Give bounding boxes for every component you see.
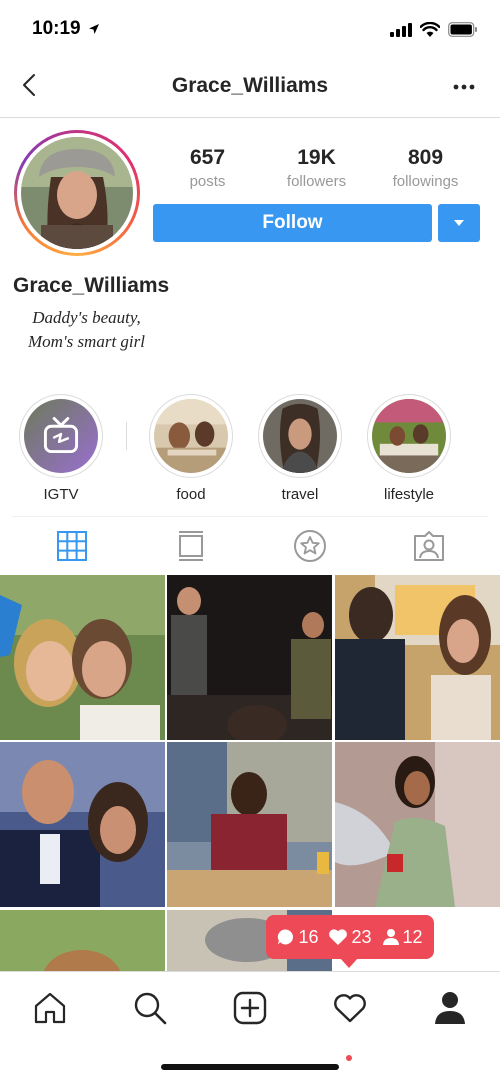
travel-thumbnail	[263, 399, 337, 473]
heart-outline-icon	[334, 994, 366, 1023]
person-icon	[382, 929, 399, 945]
igtv-thumbnail	[24, 399, 98, 473]
more-options-button[interactable]	[450, 74, 478, 100]
highlight-travel[interactable]: travel	[257, 394, 343, 503]
stat-posts-value: 657	[189, 146, 226, 169]
stat-followers-label: followers	[286, 173, 347, 190]
star-icon	[293, 529, 326, 562]
nav-search[interactable]	[130, 988, 170, 1028]
stat-followings[interactable]: 809 followings	[371, 146, 480, 190]
highlight-food[interactable]: food	[148, 394, 234, 503]
wifi-icon	[420, 22, 440, 37]
tagged-icon	[413, 530, 444, 561]
nav-home[interactable]	[30, 988, 70, 1028]
highlight-lifestyle[interactable]: lifestyle	[366, 394, 452, 503]
more-dots-icon	[453, 84, 475, 90]
grid-photo[interactable]	[0, 575, 165, 740]
profile-bio: Daddy's beauty, Mom's smart girl	[28, 306, 145, 354]
grid-photo[interactable]	[167, 575, 332, 740]
tab-feed[interactable]	[131, 517, 250, 574]
bio-line-1: Daddy's beauty,	[32, 308, 141, 327]
home-indicator	[161, 1064, 339, 1070]
highlight-label: IGTV	[43, 486, 79, 503]
tab-saved[interactable]	[250, 517, 369, 574]
nav-bar: Grace_Williams	[0, 60, 500, 118]
avatar-image	[21, 137, 133, 249]
status-bar: 10:19	[0, 0, 500, 56]
status-time: 10:19	[32, 18, 81, 39]
lifestyle-thumbnail	[372, 399, 446, 473]
caret-down-icon	[454, 220, 464, 226]
notif-comments-count: 16	[298, 926, 319, 947]
heart-icon	[329, 929, 348, 945]
nav-new-post[interactable]	[230, 988, 270, 1028]
follow-button[interactable]: Follow	[153, 204, 432, 242]
bottom-nav	[0, 971, 500, 1049]
feed-icon	[178, 530, 203, 561]
grid-photo[interactable]	[335, 575, 500, 740]
highlight-label: lifestyle	[383, 486, 435, 503]
tab-tagged[interactable]	[369, 517, 488, 574]
notif-followers-count: 12	[402, 926, 423, 947]
signal-icon	[390, 22, 412, 37]
stat-posts-label: posts	[189, 173, 226, 190]
highlight-label: food	[176, 486, 206, 503]
profile-avatar[interactable]	[14, 130, 140, 256]
story-highlights: IGTV food travel lifestyle	[0, 394, 500, 506]
stat-followers-value: 19K	[297, 146, 336, 169]
highlight-label: travel	[281, 486, 319, 503]
grid-photo[interactable]	[0, 742, 165, 907]
stat-followers[interactable]: 19K followers	[262, 146, 371, 190]
highlight-divider	[126, 422, 127, 450]
grid-photo[interactable]	[0, 910, 165, 971]
profile-icon	[435, 992, 465, 1024]
battery-icon	[448, 22, 477, 37]
notif-likes: 23	[328, 926, 372, 948]
highlight-igtv[interactable]: IGTV	[18, 394, 104, 503]
nav-title: Grace_Williams	[171, 74, 329, 97]
profile-tabs	[12, 516, 488, 574]
bio-line-2: Mom's smart girl	[28, 332, 145, 351]
notification-pointer	[340, 958, 358, 968]
status-icons	[390, 22, 478, 37]
stat-followings-label: followings	[392, 173, 459, 190]
grid-photo[interactable]	[335, 742, 500, 907]
photo-grid	[0, 575, 500, 971]
grid-photo[interactable]	[167, 742, 332, 907]
notif-followers: 12	[382, 927, 423, 948]
add-post-icon	[233, 991, 267, 1025]
stat-followings-value: 809	[407, 146, 444, 169]
home-icon	[34, 992, 66, 1024]
nav-activity[interactable]	[330, 988, 370, 1028]
search-icon	[134, 992, 167, 1025]
profile-stats: 657 posts 19K followers 809 followings	[153, 146, 480, 190]
profile-name: Grace_Williams	[13, 274, 170, 297]
notif-comments: 16	[277, 927, 318, 948]
grid-icon	[56, 530, 87, 561]
food-thumbnail	[154, 399, 228, 473]
tab-grid[interactable]	[12, 517, 131, 574]
nav-profile[interactable]	[430, 988, 470, 1028]
notif-likes-count: 23	[351, 926, 372, 947]
activity-notification[interactable]: 16 23 12	[266, 915, 434, 959]
suggestions-dropdown-button[interactable]	[438, 204, 480, 242]
comment-icon	[278, 929, 294, 945]
activity-indicator-dot	[346, 1055, 352, 1061]
location-arrow-icon	[89, 24, 99, 34]
stat-posts[interactable]: 657 posts	[153, 146, 262, 190]
